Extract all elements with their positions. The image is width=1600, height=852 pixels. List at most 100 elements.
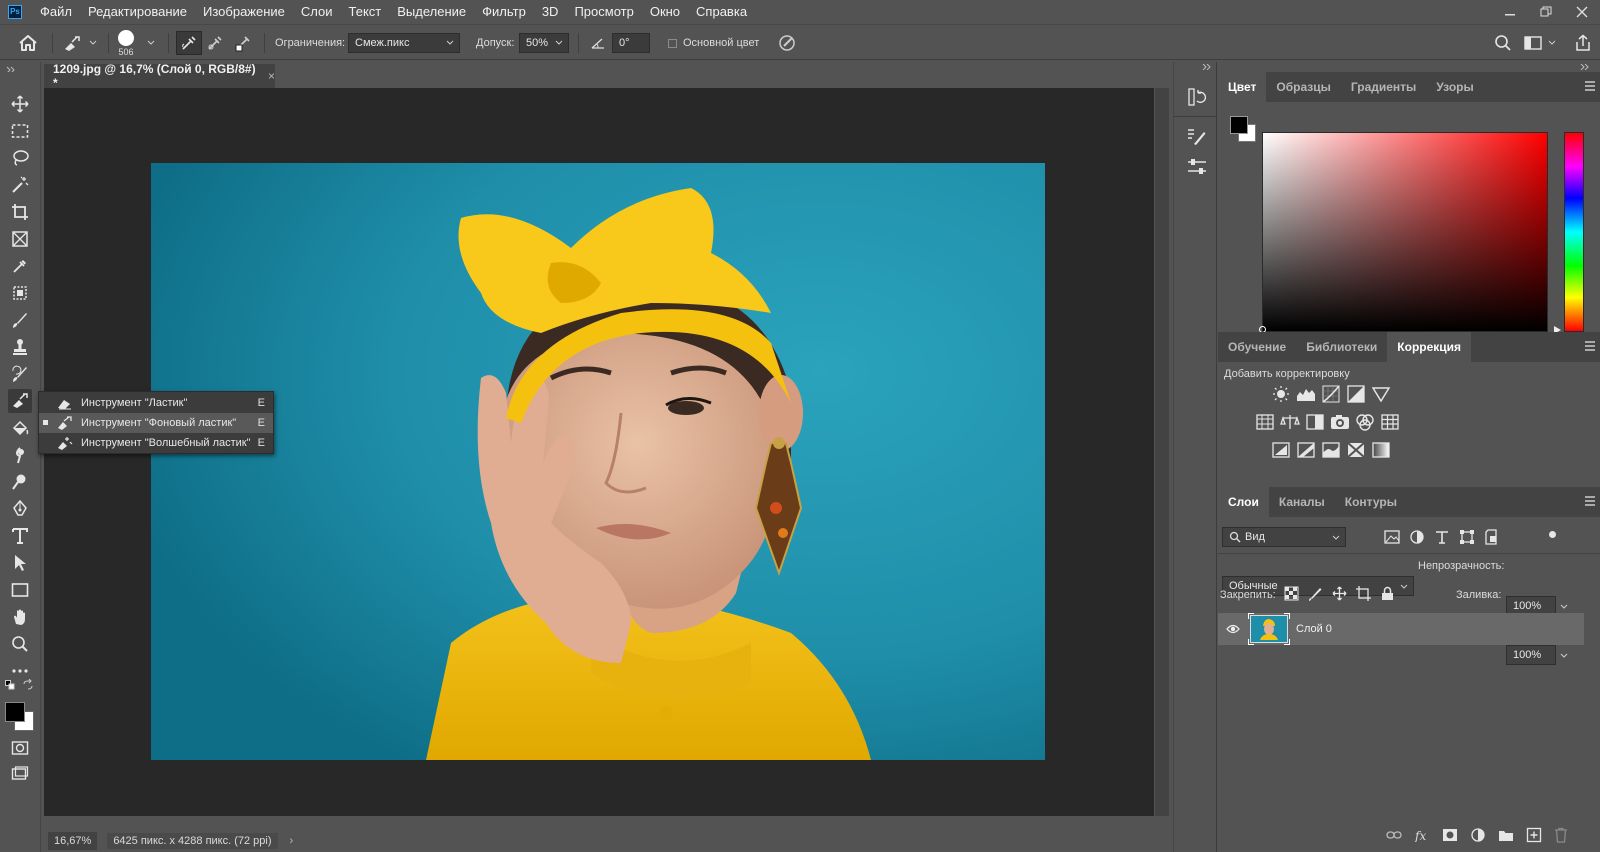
filter-shape-icon[interactable]: [1459, 529, 1475, 545]
tab-gradients[interactable]: Градиенты: [1341, 72, 1426, 102]
lock-transparent-pixels-icon[interactable]: [1284, 586, 1299, 601]
restore-button[interactable]: [1528, 0, 1564, 24]
eraser-tool[interactable]: [8, 389, 32, 413]
menu-image[interactable]: Изображение: [195, 0, 293, 24]
menu-file[interactable]: Файл: [32, 0, 80, 24]
threshold-button[interactable]: [1318, 438, 1343, 462]
lock-image-pixels-icon[interactable]: [1308, 586, 1323, 601]
close-window-button[interactable]: [1564, 0, 1600, 24]
menu-edit[interactable]: Редактирование: [80, 0, 195, 24]
canvas-vertical-scrollbar[interactable]: [1155, 88, 1169, 816]
zoom-tool[interactable]: [8, 632, 32, 656]
menu-select[interactable]: Выделение: [389, 0, 474, 24]
menu-filter[interactable]: Фильтр: [474, 0, 534, 24]
invert-button[interactable]: [1268, 438, 1293, 462]
hue-saturation-button[interactable]: [1252, 410, 1277, 434]
layer-filter-select[interactable]: Вид: [1222, 527, 1346, 547]
flyout-background-eraser-tool[interactable]: Инструмент "Фоновый ластик" E: [39, 413, 273, 433]
filter-smart-object-icon[interactable]: [1484, 529, 1500, 545]
vibrance-button[interactable]: [1368, 382, 1393, 406]
filter-toggle-switch[interactable]: [1549, 531, 1556, 538]
layer-visibility-toggle[interactable]: [1218, 624, 1248, 634]
search-button[interactable]: [1494, 25, 1512, 61]
close-document-button[interactable]: ×: [268, 69, 275, 83]
layer-name[interactable]: Слой 0: [1296, 623, 1332, 635]
link-layers-icon[interactable]: [1386, 829, 1402, 841]
eyedropper-tool[interactable]: [8, 254, 32, 278]
menu-layers[interactable]: Слои: [293, 0, 341, 24]
status-menu-arrow[interactable]: ›: [290, 835, 294, 847]
brush-chevron[interactable]: [146, 25, 156, 61]
gradient-map-button[interactable]: [1368, 438, 1393, 462]
sampling-once-button[interactable]: [206, 25, 224, 61]
sampling-background-swatch-button[interactable]: [234, 25, 252, 61]
flyout-eraser-tool[interactable]: Инструмент "Ластик" E: [39, 393, 273, 413]
type-tool[interactable]: [8, 524, 32, 548]
protect-foreground-checkbox[interactable]: Основной цвет: [668, 25, 759, 61]
tab-swatches[interactable]: Образцы: [1266, 72, 1341, 102]
workspace-button[interactable]: [1524, 25, 1557, 61]
color-picker-field[interactable]: [1262, 132, 1548, 332]
menu-window[interactable]: Окно: [642, 0, 688, 24]
tab-learn[interactable]: Обучение: [1218, 332, 1296, 362]
lock-all-icon[interactable]: [1380, 586, 1395, 601]
filter-type-icon[interactable]: [1434, 529, 1450, 545]
new-group-icon[interactable]: [1498, 828, 1514, 842]
fx-icon[interactable]: fx: [1414, 828, 1430, 842]
tool-preset-picker[interactable]: [62, 25, 98, 61]
brightness-contrast-button[interactable]: [1268, 382, 1293, 406]
share-button[interactable]: [1574, 25, 1592, 61]
curves-button[interactable]: [1318, 382, 1343, 406]
lock-artboard-icon[interactable]: [1356, 586, 1371, 601]
checkbox-box[interactable]: [668, 38, 677, 48]
selective-color-button[interactable]: [1343, 438, 1368, 462]
color-panel-foreground-swatch[interactable]: [1230, 116, 1248, 134]
marquee-tool[interactable]: [8, 119, 32, 143]
move-tool[interactable]: [8, 92, 32, 116]
magic-wand-tool[interactable]: [8, 173, 32, 197]
default-colors-button[interactable]: [5, 680, 15, 690]
sampling-continuous-button[interactable]: [176, 25, 202, 61]
panel-menu-icon[interactable]: [1584, 496, 1596, 506]
color-lookup-button[interactable]: [1377, 410, 1402, 434]
brush-size-picker[interactable]: 506: [118, 25, 134, 61]
screen-mode-button[interactable]: [8, 762, 32, 786]
document-image[interactable]: [151, 163, 1045, 760]
exposure-button[interactable]: [1343, 382, 1368, 406]
hand-tool[interactable]: [8, 605, 32, 629]
healing-brush-tool[interactable]: [8, 281, 32, 305]
hue-slider[interactable]: [1564, 132, 1584, 332]
flyout-magic-eraser-tool[interactable]: Инструмент "Волшебный ластик" E: [39, 433, 273, 453]
foreground-color-swatch[interactable]: [5, 702, 25, 722]
lasso-tool[interactable]: [8, 146, 32, 170]
tab-color[interactable]: Цвет: [1218, 72, 1267, 102]
history-panel-button[interactable]: [1186, 86, 1208, 108]
tab-patterns[interactable]: Узоры: [1426, 72, 1483, 102]
lock-position-icon[interactable]: [1332, 586, 1347, 601]
history-brush-tool[interactable]: [8, 362, 32, 386]
dodge-tool[interactable]: [8, 470, 32, 494]
photo-filter-button[interactable]: [1327, 410, 1352, 434]
menu-type[interactable]: Текст: [341, 0, 390, 24]
tab-layers[interactable]: Слои: [1218, 487, 1269, 517]
tab-libraries[interactable]: Библиотеки: [1296, 332, 1387, 362]
delete-layer-icon[interactable]: [1554, 827, 1568, 843]
clone-stamp-tool[interactable]: [8, 335, 32, 359]
tab-adjustments[interactable]: Коррекция: [1387, 332, 1472, 362]
crop-tool[interactable]: [8, 200, 32, 224]
document-tab[interactable]: 1209.jpg @ 16,7% (Слой 0, RGB/8#) * ×: [44, 62, 275, 90]
tolerance-field[interactable]: 50%: [519, 33, 569, 53]
angle-field[interactable]: 0°: [612, 33, 650, 53]
home-button[interactable]: [18, 25, 38, 61]
brush-settings-button[interactable]: [1186, 126, 1208, 148]
paint-bucket-tool[interactable]: [8, 416, 32, 440]
layer-row[interactable]: Слой 0: [1218, 613, 1584, 645]
panel-menu-icon[interactable]: [1584, 81, 1596, 91]
tab-paths[interactable]: Контуры: [1335, 487, 1407, 517]
zoom-level-field[interactable]: 16,67%: [48, 832, 98, 850]
path-selection-tool[interactable]: [8, 551, 32, 575]
menu-help[interactable]: Справка: [688, 0, 755, 24]
posterize-button[interactable]: [1293, 438, 1318, 462]
levels-button[interactable]: [1293, 382, 1318, 406]
black-white-button[interactable]: [1302, 410, 1327, 434]
